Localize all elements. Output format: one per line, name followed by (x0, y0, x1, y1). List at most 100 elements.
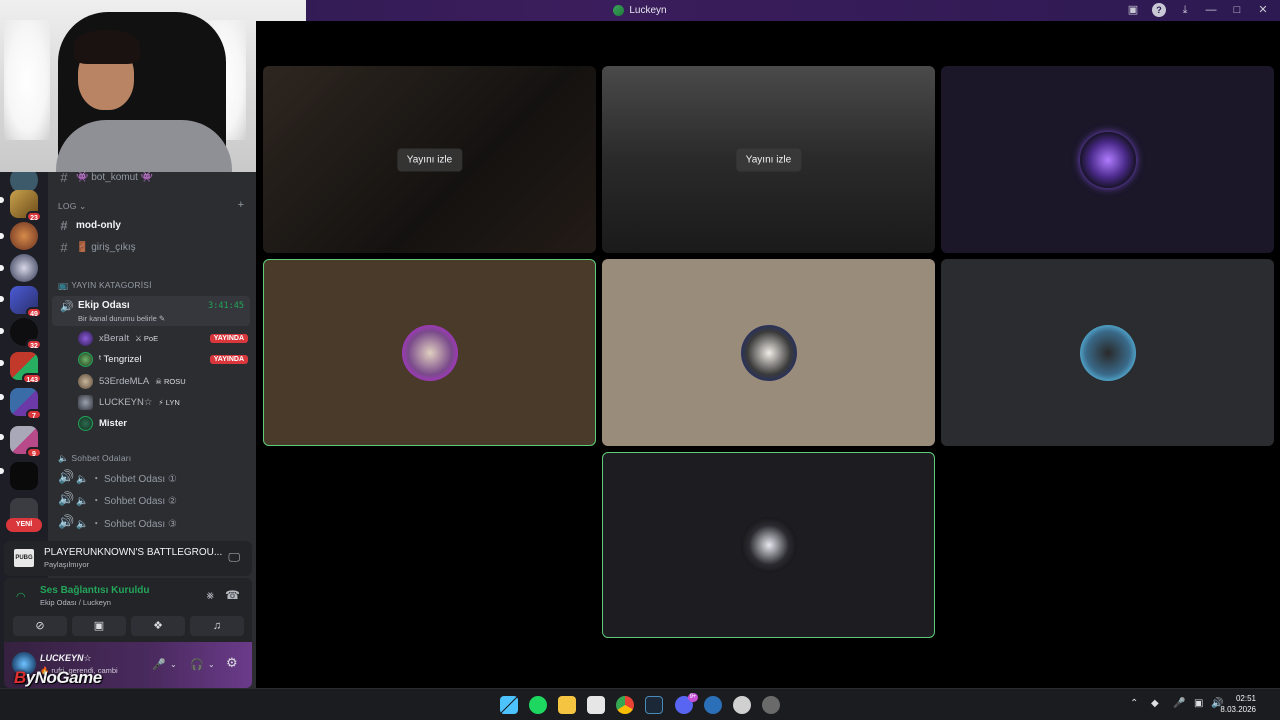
watermark-letter: B (14, 668, 26, 687)
download-icon[interactable]: ⤓ (1178, 3, 1192, 17)
voice-member[interactable]: xBeraIt ⚔ PoE YAYINDA (78, 329, 248, 347)
unread-pill (0, 360, 4, 366)
server-icon[interactable]: 23 (10, 190, 42, 222)
connection-location[interactable]: Ekip Odası / Luckeyn (40, 598, 111, 607)
headphones-icon[interactable]: 🎧 (190, 658, 204, 671)
channel-mod-only[interactable]: # mod-only (58, 215, 121, 235)
start-menu-icon[interactable] (500, 696, 518, 714)
connection-state[interactable]: Ses Bağlantısı Kuruldu (40, 585, 149, 596)
live-badge: YAYINDA (209, 354, 248, 364)
tray-overflow-icon[interactable]: ⌃ (1130, 698, 1138, 709)
category-log[interactable]: LOG ⌄ (58, 201, 86, 212)
server-icon[interactable]: 49 (10, 286, 42, 318)
person-body (56, 120, 232, 172)
avatar (78, 394, 93, 410)
member-name: LUCKEYN☆ (99, 396, 153, 408)
category-label: LOG (58, 201, 77, 211)
participant-tile[interactable] (941, 259, 1274, 446)
hash-icon: # (60, 217, 68, 233)
person-hair (74, 30, 140, 64)
display-tray-icon[interactable]: ▣ (1194, 698, 1203, 709)
avatar (78, 373, 93, 389)
participant-tile[interactable] (602, 259, 935, 446)
participant-tile-speaking[interactable] (263, 259, 596, 446)
add-channel-icon[interactable]: + (238, 199, 244, 211)
chrome-icon[interactable] (616, 696, 634, 714)
unread-pill (0, 233, 4, 239)
category-yayin[interactable]: 📺 YAYIN KATAGORİSİ (58, 280, 152, 291)
server-icon[interactable] (10, 254, 38, 282)
audio-options-chevron-icon[interactable]: ⌄ (208, 660, 215, 669)
avatar (78, 415, 93, 431)
stream-tile[interactable]: Yayını izle (263, 66, 596, 253)
stream-tile[interactable]: Yayını izle (602, 66, 935, 253)
close-icon[interactable]: ✕ (1256, 3, 1270, 17)
app-icon[interactable] (762, 696, 780, 714)
discord-icon[interactable]: 9+ (675, 693, 698, 714)
steam-icon[interactable] (645, 696, 663, 714)
channel-label: 🔈 ・ Sohbet Odası ② (76, 495, 177, 507)
member-name: xBeraIt (99, 332, 130, 344)
notification-badge: 9+ (688, 693, 698, 702)
member-name: Mister (99, 417, 127, 429)
voice-member[interactable]: Mister (78, 414, 248, 432)
unread-pill (0, 434, 4, 440)
spotify-icon[interactable] (529, 696, 547, 714)
minimize-icon[interactable]: — (1204, 3, 1218, 17)
voice-member[interactable]: LUCKEYN☆ ⚡ LYN (78, 393, 248, 411)
voice-stage: Yayını izle Yayını izle (256, 21, 1280, 688)
maximize-icon[interactable]: □ (1230, 3, 1244, 17)
help-icon[interactable]: ? (1152, 3, 1166, 17)
stream-game-icon[interactable]: 🖵 (228, 550, 240, 565)
file-explorer-icon[interactable] (558, 696, 576, 714)
voice-channel-sohbet[interactable]: 🔊 🔈 ・ Sohbet Odası ③ (58, 512, 177, 532)
store-icon[interactable] (587, 696, 605, 714)
participant-avatar (1079, 324, 1136, 381)
server-folder-icon[interactable]: 7 (10, 388, 42, 420)
soundboard-button[interactable]: ♫ (190, 616, 244, 636)
category-sohbet[interactable]: 🔈 Sohbet Odaları (58, 453, 131, 464)
steam-tray-icon[interactable]: ◆ (1151, 698, 1159, 709)
microphone-icon[interactable]: 🎤 (152, 658, 166, 671)
mention-badge: 23 (26, 211, 42, 222)
server-icon[interactable]: 32 (10, 318, 42, 350)
server-icon[interactable] (10, 462, 38, 490)
mic-options-chevron-icon[interactable]: ⌄ (170, 660, 177, 669)
app-icon[interactable] (733, 696, 751, 714)
microphone-tray-icon[interactable]: 🎤 (1173, 698, 1185, 709)
disconnect-icon[interactable]: ☎ (225, 588, 240, 602)
channel-giris-cikis[interactable]: # 🚪 giriş_çıkış (58, 237, 135, 257)
app-icon[interactable] (704, 696, 722, 714)
camera-button[interactable]: ⊘ (13, 616, 67, 636)
participant-tile[interactable] (941, 66, 1274, 253)
server-folder-icon[interactable]: 9 (10, 426, 42, 458)
connection-icon[interactable]: ◠ (16, 590, 26, 603)
mention-badge: 143 (22, 373, 42, 384)
camera-off-icon: ⊘ (35, 620, 45, 632)
server-folder-icon[interactable]: 143 (10, 352, 42, 384)
noise-suppression-icon[interactable]: ⨳ (207, 588, 214, 603)
activities-icon: ❖ (153, 620, 163, 632)
screen-share-icon[interactable]: ▣ (1126, 3, 1140, 17)
member-tag: ⚡ LYN (158, 397, 180, 407)
share-screen-button[interactable]: ▣ (72, 616, 126, 636)
channel-label: 🔈 ・ Sohbet Odası ① (76, 473, 177, 485)
activities-button[interactable]: ❖ (131, 616, 185, 636)
watermark-text: yNoGame (25, 668, 102, 687)
system-clock[interactable]: 02:51 8.03.2026 (1220, 693, 1256, 715)
voice-channel-sohbet[interactable]: 🔊 🔈 ・ Sohbet Odası ① (58, 467, 177, 487)
light-glow (4, 20, 50, 140)
watch-stream-button[interactable]: Yayını izle (396, 148, 463, 171)
server-icon[interactable] (10, 222, 38, 250)
user-name[interactable]: LUCKEYN☆ (40, 653, 92, 664)
settings-gear-icon[interactable]: ⚙ (226, 655, 238, 671)
new-badge: YENİ (6, 518, 42, 532)
voice-member[interactable]: ᵗ Tengrizel YAYINDA (78, 350, 248, 368)
participant-avatar (401, 324, 458, 381)
voice-member[interactable]: 53ErdeMLA ☠ ROSU (78, 372, 248, 390)
voice-channel-ekip-odasi[interactable]: 🔊 Ekip Odası 3:41:45 Bir kanal durumu be… (52, 296, 250, 326)
participant-tile-speaking[interactable] (602, 452, 935, 638)
watch-stream-button[interactable]: Yayını izle (735, 148, 802, 171)
channel-status-prompt[interactable]: Bir kanal durumu belirle ✎ (78, 314, 165, 323)
voice-channel-sohbet[interactable]: 🔊 🔈 ・ Sohbet Odası ② (58, 489, 177, 509)
